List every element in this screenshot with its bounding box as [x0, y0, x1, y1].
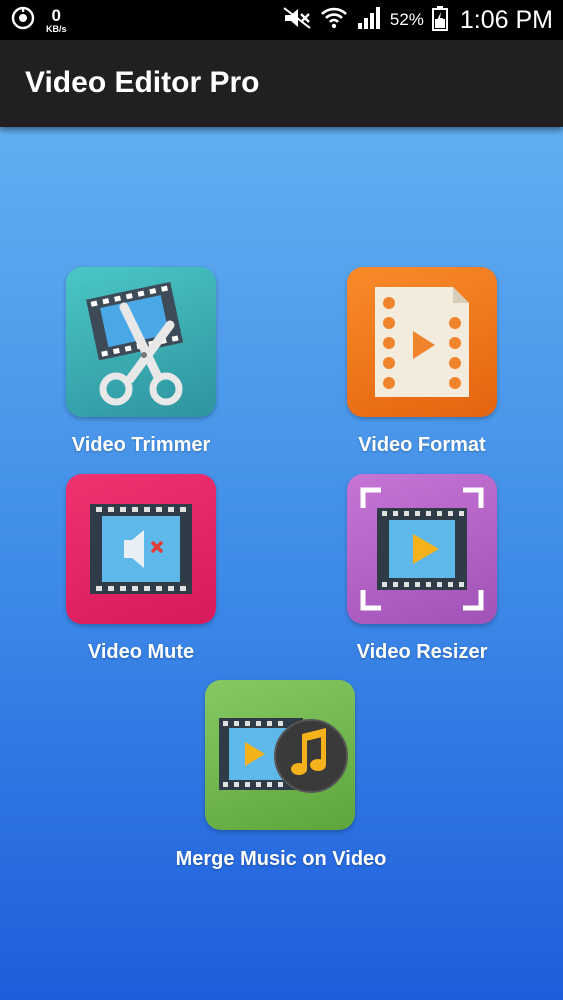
app-bar: Video Editor Pro: [0, 40, 563, 127]
video-format-button[interactable]: [347, 267, 497, 417]
clock: 1:06 PM: [459, 5, 553, 34]
app-title: Video Editor Pro: [25, 66, 260, 99]
resize-film-icon: [360, 487, 484, 611]
muted-film-icon: [90, 504, 192, 594]
network-speed-unit: KB/s: [46, 23, 67, 34]
battery-icon: [431, 5, 448, 36]
wifi-icon: [320, 5, 348, 36]
scissors-film-icon: [86, 281, 184, 406]
tool-grid: Video Trimmer Video Format Video Mute Vi…: [0, 127, 563, 1000]
network-speed-value: 0: [51, 5, 61, 25]
video-mute-label: Video Mute: [87, 641, 195, 663]
music-film-icon: [219, 718, 348, 793]
data-saver-icon: [10, 5, 36, 36]
video-trimmer-label: Video Trimmer: [71, 434, 211, 456]
battery-percent: 52%: [389, 10, 424, 29]
merge-music-label: Merge Music on Video: [175, 848, 387, 870]
status-bar: 0 KB/s 52% 1:06 PM: [0, 0, 563, 40]
video-resizer-button[interactable]: [347, 474, 497, 624]
network-speed: 0 KB/s: [46, 7, 67, 34]
video-trimmer-button[interactable]: [66, 267, 216, 417]
signal-icon: [356, 6, 382, 35]
video-resizer-label: Video Resizer: [356, 641, 488, 663]
video-mute-button[interactable]: [66, 474, 216, 624]
mute-icon: [282, 6, 312, 35]
merge-music-button[interactable]: [205, 680, 355, 830]
video-format-label: Video Format: [358, 434, 486, 456]
film-document-icon: [375, 287, 469, 397]
